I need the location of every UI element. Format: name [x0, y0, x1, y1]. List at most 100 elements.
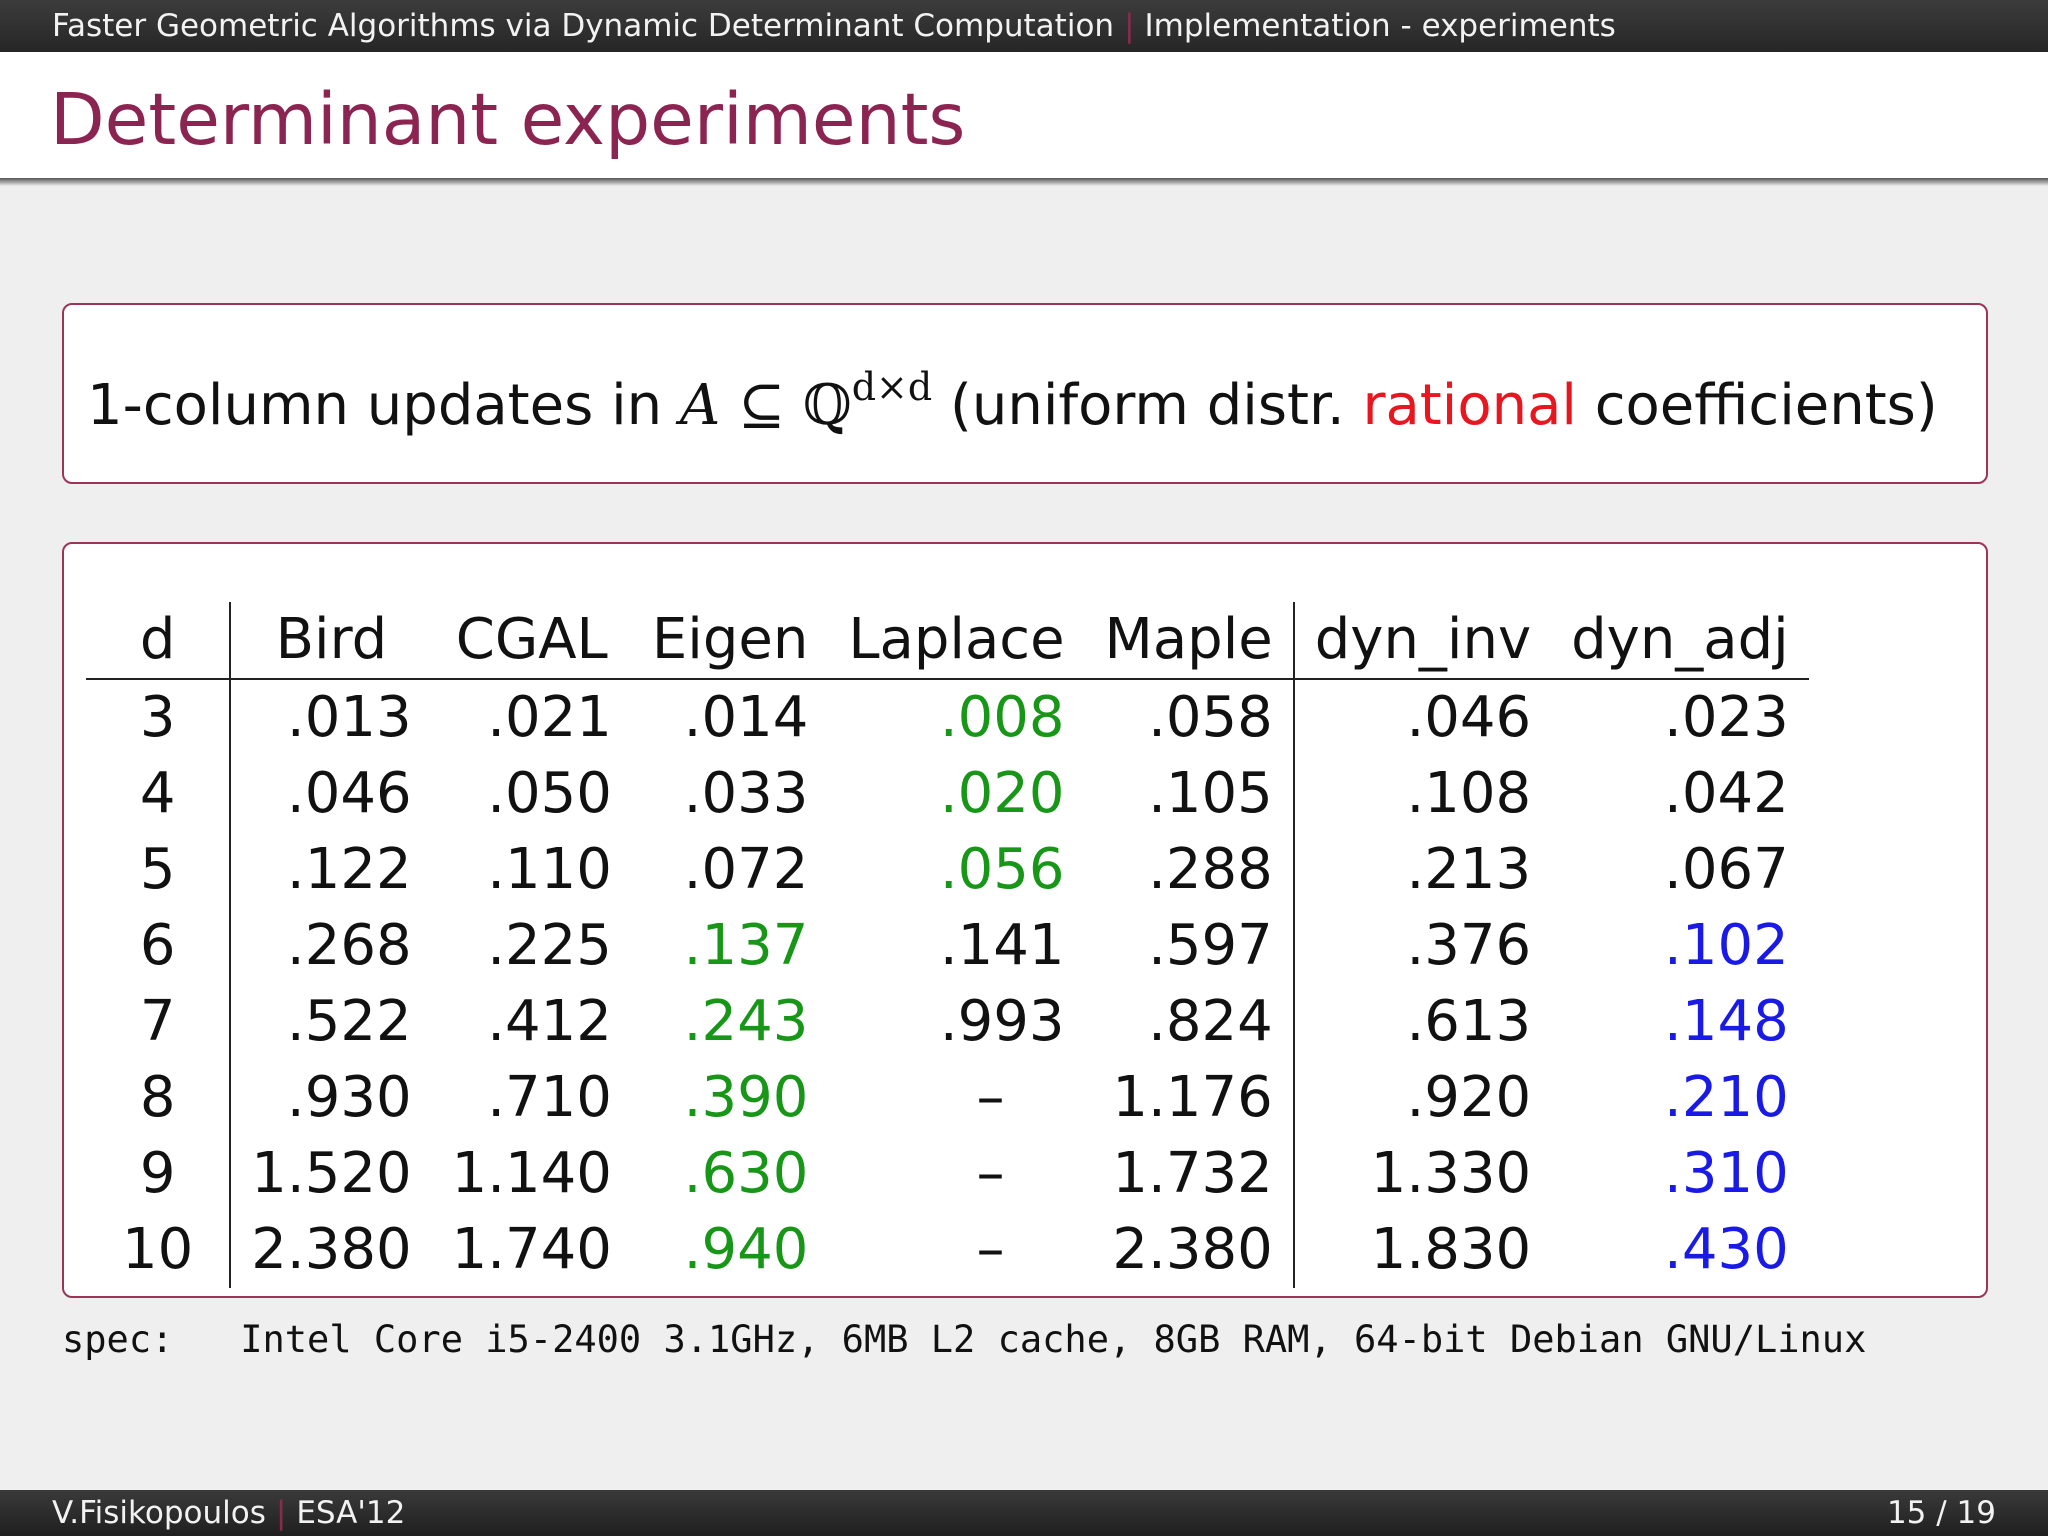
- cell-dyn-adj: .023: [1664, 685, 1789, 750]
- spec-line: spec: Intel Core i5-2400 3.1GHz, 6MB L2 …: [62, 1318, 1866, 1361]
- footer-bar: V.Fisikopoulos | ESA'12 15 / 19: [0, 1490, 2048, 1536]
- cell-dyn-inv: 1.830: [1370, 1217, 1532, 1282]
- table-row: 3 .013 .021 .014 .008 .058 .046 .023: [86, 679, 1809, 756]
- cell-d: 9: [86, 1136, 232, 1212]
- math-subset-symbol: ⊆: [720, 373, 803, 438]
- cell-d: 4: [86, 756, 232, 832]
- cell-cgal: .050: [487, 761, 612, 826]
- header-cell-dyn-inv: dyn_inv: [1293, 602, 1552, 680]
- cell-cgal: .412: [487, 989, 612, 1054]
- spec-label: spec:: [62, 1318, 174, 1361]
- spec-text: Intel Core i5-2400 3.1GHz, 6MB L2 cache,…: [240, 1318, 1867, 1361]
- cell-laplace: .056: [939, 837, 1065, 902]
- footer-left: V.Fisikopoulos | ESA'12: [52, 1490, 405, 1536]
- cell-dyn-inv: .213: [1406, 837, 1532, 902]
- cell-eigen: .014: [683, 685, 809, 750]
- math-rational-field: ℚ: [802, 373, 852, 438]
- page-number: 15 / 19: [1886, 1495, 1996, 1531]
- cell-d: 5: [86, 832, 232, 908]
- cell-dyn-inv: .613: [1406, 989, 1532, 1054]
- cell-eigen: .630: [683, 1141, 809, 1206]
- cell-dyn-adj: .148: [1664, 989, 1789, 1054]
- header-bar: Faster Geometric Algorithms via Dynamic …: [0, 0, 2048, 52]
- cell-dyn-adj: .210: [1664, 1065, 1789, 1130]
- cell-laplace: –: [976, 1217, 1005, 1282]
- header-cell-maple: Maple: [1084, 602, 1295, 680]
- table-body: 3 .013 .021 .014 .008 .058 .046 .023 4 .046 .050 .0…: [86, 679, 1809, 1288]
- cell-d: 6: [86, 908, 232, 984]
- cell-bird: .268: [286, 913, 412, 978]
- statement-text: 1-column updates in A ⊆ ℚd×d (uniform di…: [87, 365, 1938, 438]
- cell-maple: 1.732: [1084, 1136, 1295, 1212]
- section-name: Implementation - experiments: [1144, 8, 1616, 44]
- header-cell-eigen: Eigen: [631, 602, 829, 680]
- cell-cgal: .225: [487, 913, 612, 978]
- cell-laplace: .993: [939, 989, 1065, 1054]
- cell-dyn-adj: .067: [1664, 837, 1789, 902]
- talk-title: Faster Geometric Algorithms via Dynamic …: [52, 8, 1115, 44]
- statement-middle: (uniform distr.: [932, 373, 1363, 438]
- cell-cgal: .710: [487, 1065, 612, 1130]
- table-row: 10 2.380 1.740 .940 – 2.380 1.830 .430: [86, 1212, 1809, 1288]
- cell-dyn-adj: .310: [1664, 1141, 1789, 1206]
- cell-laplace: .141: [939, 913, 1065, 978]
- cell-dyn-adj: .042: [1664, 761, 1789, 826]
- cell-d: 3: [86, 679, 232, 756]
- header-cell-dyn-adj: dyn_adj: [1551, 602, 1809, 680]
- cell-d: 8: [86, 1060, 232, 1136]
- statement-block: 1-column updates in A ⊆ ℚd×d (uniform di…: [62, 303, 1988, 484]
- cell-cgal: 1.140: [451, 1141, 612, 1206]
- cell-bird: .522: [286, 989, 412, 1054]
- cell-bird: 2.380: [251, 1217, 412, 1282]
- cell-eigen: .390: [683, 1065, 809, 1130]
- statement-highlight: rational: [1362, 373, 1577, 438]
- cell-dyn-adj: .102: [1664, 913, 1789, 978]
- cell-dyn-inv: .108: [1406, 761, 1532, 826]
- statement-prefix: 1-column updates in: [87, 373, 680, 438]
- results-table: d Bird CGAL Eigen Laplace Maple dyn_inv …: [86, 602, 1809, 1288]
- cell-cgal: 1.740: [451, 1217, 612, 1282]
- cell-eigen: .072: [683, 837, 809, 902]
- header-cell-cgal: CGAL: [431, 602, 632, 680]
- title-area: Determinant experiments: [0, 52, 2048, 178]
- cell-eigen: .033: [683, 761, 809, 826]
- footer-author: V.Fisikopoulos: [52, 1495, 266, 1531]
- cell-eigen: .940: [683, 1217, 809, 1282]
- cell-laplace: .008: [939, 685, 1065, 750]
- cell-maple: 1.176: [1084, 1060, 1295, 1136]
- cell-d: 7: [86, 984, 232, 1060]
- table-row: 4 .046 .050 .033 .020 .105 .108 .042: [86, 756, 1809, 832]
- math-exponent: d×d: [851, 365, 933, 409]
- cell-cgal: .110: [487, 837, 612, 902]
- header-cell-bird: Bird: [230, 602, 432, 680]
- slide-title: Determinant experiments: [50, 78, 966, 161]
- table-row: 8 .930 .710 .390 – 1.176 .920 .210: [86, 1060, 1809, 1136]
- table-header-row: d Bird CGAL Eigen Laplace Maple dyn_inv …: [86, 602, 1809, 680]
- cell-laplace: –: [976, 1141, 1005, 1206]
- cell-eigen: .137: [683, 913, 809, 978]
- results-block: d Bird CGAL Eigen Laplace Maple dyn_inv …: [62, 542, 1988, 1298]
- table-row: 5 .122 .110 .072 .056 .288 .213 .067: [86, 832, 1809, 908]
- cell-maple: .288: [1084, 832, 1295, 908]
- cell-laplace: .020: [939, 761, 1065, 826]
- cell-dyn-inv: .920: [1406, 1065, 1532, 1130]
- cell-eigen: .243: [683, 989, 809, 1054]
- table-row: 7 .522 .412 .243 .993 .824 .613 .148: [86, 984, 1809, 1060]
- statement-suffix: coefficients): [1576, 373, 1938, 438]
- cell-dyn-inv: 1.330: [1370, 1141, 1532, 1206]
- header-cell-laplace: Laplace: [828, 602, 1085, 680]
- footer-venue: ESA'12: [296, 1495, 406, 1531]
- cell-bird: .122: [286, 837, 412, 902]
- cell-laplace: –: [976, 1065, 1005, 1130]
- cell-dyn-inv: .046: [1406, 685, 1532, 750]
- cell-maple: .597: [1084, 908, 1295, 984]
- cell-d: 10: [86, 1212, 232, 1288]
- cell-maple: .105: [1084, 756, 1295, 832]
- table-row: 6 .268 .225 .137 .141 .597 .376 .102: [86, 908, 1809, 984]
- slide-content: 1-column updates in A ⊆ ℚd×d (uniform di…: [0, 186, 2048, 1530]
- header-left: Faster Geometric Algorithms via Dynamic …: [52, 0, 1616, 52]
- cell-bird: 1.520: [251, 1141, 412, 1206]
- footer-separator: |: [275, 1495, 287, 1531]
- cell-maple: .824: [1084, 984, 1295, 1060]
- table-row: 9 1.520 1.140 .630 – 1.732 1.330 .310: [86, 1136, 1809, 1212]
